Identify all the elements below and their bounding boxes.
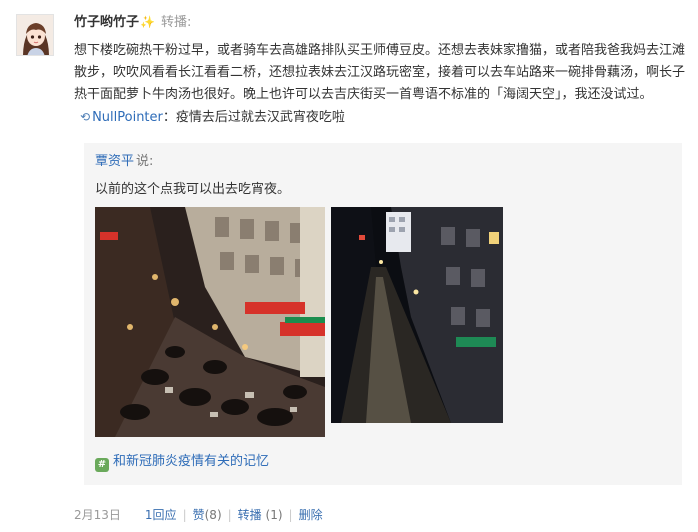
reply-button[interactable]: 回应 <box>153 508 177 522</box>
topic-tag[interactable]: # 和新冠肺炎疫情有关的记忆 <box>95 452 269 472</box>
like-count: (8) <box>204 508 222 522</box>
photo-empty-street[interactable] <box>331 207 503 423</box>
repost-text: ：疫情去后过就去汉武宵夜吃啦 <box>162 110 345 125</box>
repost-icon: ⟲ <box>80 110 91 124</box>
quoted-header: 覃资平 说: <box>95 152 153 172</box>
repost-count: (1) <box>265 508 283 522</box>
quoted-said-label: 说: <box>136 154 154 169</box>
quoted-text: 以前的这个点我可以出去吃宵夜。 <box>95 182 291 197</box>
avatar-image <box>17 15 53 55</box>
divider: | <box>288 508 293 522</box>
topic-label[interactable]: 和新冠肺炎疫情有关的记忆 <box>113 454 269 469</box>
reply-count[interactable]: 1 <box>145 508 153 522</box>
author-name[interactable]: 竹子哟竹子 <box>74 15 139 30</box>
post-date[interactable]: 2月13日 <box>74 508 121 522</box>
repost-user-link[interactable]: NullPointer <box>92 110 163 125</box>
avatar[interactable] <box>16 14 54 56</box>
quoted-post: 覃资平 说: 以前的这个点我可以出去吃宵夜。 # 和新冠肺炎疫情有关的记忆 <box>84 143 682 485</box>
post-footer: 2月13日 1回应 | 赞(8) | 转播 (1) | 删除 <box>74 505 323 525</box>
divider: | <box>227 508 232 522</box>
repost-button[interactable]: 转播 <box>238 508 262 522</box>
quoted-user-link[interactable]: 覃资平 <box>95 154 134 169</box>
like-button[interactable]: 赞 <box>193 508 205 522</box>
delete-button[interactable]: 删除 <box>299 508 323 522</box>
photo-busy-street[interactable] <box>95 207 325 437</box>
sparkle-icon: ✨ <box>140 15 155 29</box>
hashtag-icon: # <box>95 458 109 472</box>
post-body: 想下楼吃碗热干粉过早，或者骑车去高雄路排队买王师傅豆皮。还想去表妹家撸猫，或者陪… <box>74 40 686 129</box>
post-header: 竹子哟竹子✨ 转播: <box>74 12 191 32</box>
divider: | <box>182 508 187 522</box>
post-type-label: 转播: <box>160 15 192 30</box>
post-text: 想下楼吃碗热干粉过早，或者骑车去高雄路排队买王师傅豆皮。还想去表妹家撸猫，或者陪… <box>74 43 686 102</box>
